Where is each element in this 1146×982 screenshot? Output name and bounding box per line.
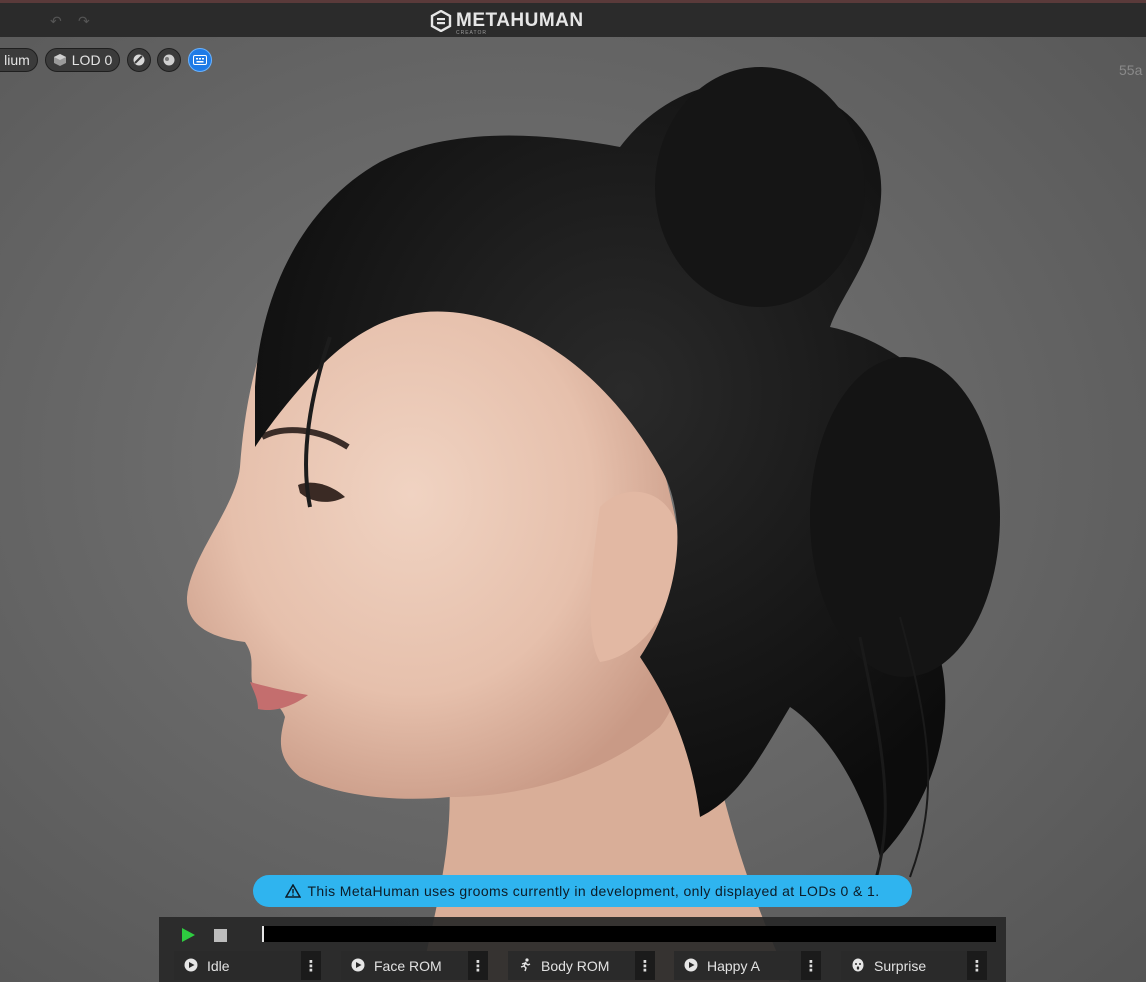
metahuman-logo-icon [430, 10, 452, 32]
animation-surprise-button[interactable]: Surprise [841, 951, 986, 980]
face-icon [852, 958, 864, 972]
character-portrait [186, 67, 1000, 982]
version-watermark: 55a [1119, 62, 1143, 78]
play-circle-icon [351, 958, 365, 972]
undo-icon[interactable]: ↶ [50, 13, 62, 30]
warning-triangle-icon [285, 884, 302, 898]
running-figure-icon [520, 958, 531, 972]
character-viewport[interactable]: lium LOD 0 55a [0, 37, 1146, 982]
animation-playback-panel: Idle ⋮ Face ROM ⋮ Body ROM ⋮ Happy A ⋮ S… [159, 917, 1006, 982]
lighting-icon [163, 54, 175, 66]
lod-label: LOD 0 [71, 52, 113, 68]
animation-happy-a-button[interactable]: Happy A [674, 951, 819, 980]
animation-idle-menu[interactable]: ⋮ [301, 951, 321, 980]
animation-idle-button[interactable]: Idle [174, 951, 319, 980]
brand-subtitle: CREATOR [456, 30, 487, 36]
animation-face-rom-button[interactable]: Face ROM [341, 951, 486, 980]
keyboard-icon [193, 55, 207, 65]
animation-label: Body ROM [541, 958, 610, 974]
animation-surprise-menu[interactable]: ⋮ [967, 951, 987, 980]
quality-dropdown[interactable]: lium [0, 48, 38, 72]
stop-icon[interactable] [214, 929, 227, 942]
hair-bun-top [655, 67, 865, 307]
warning-text: This MetaHuman uses grooms currently in … [307, 883, 880, 899]
animation-body-rom-menu[interactable]: ⋮ [635, 951, 655, 980]
hair-bun-back [810, 357, 1000, 677]
cube-icon [53, 54, 66, 66]
animation-happy-a-menu[interactable]: ⋮ [801, 951, 821, 980]
grooms-icon [133, 54, 145, 66]
lod-dropdown[interactable]: LOD 0 [45, 48, 120, 72]
face-icon [684, 958, 698, 972]
animation-body-rom-button[interactable]: Body ROM [508, 951, 653, 980]
redo-icon[interactable]: ↷ [78, 13, 90, 30]
keyboard-toggle[interactable] [188, 48, 212, 72]
brand-logo: METAHUMAN CREATOR [430, 10, 584, 36]
lighting-toggle[interactable] [157, 48, 181, 72]
animation-label: Surprise [874, 958, 927, 974]
timeline-cursor[interactable] [262, 926, 264, 942]
groom-warning-banner: This MetaHuman uses grooms currently in … [253, 875, 912, 907]
grooms-toggle[interactable] [127, 48, 151, 72]
animation-label: Happy A [707, 958, 760, 974]
quality-label: lium [4, 52, 30, 68]
play-circle-icon [184, 958, 198, 972]
brand-title: METAHUMAN [456, 10, 584, 31]
timeline-scrubber[interactable] [262, 926, 996, 942]
animation-label: Face ROM [374, 958, 442, 974]
play-icon[interactable] [179, 926, 197, 944]
animation-face-rom-menu[interactable]: ⋮ [468, 951, 488, 980]
animation-label: Idle [207, 958, 230, 974]
top-bar: ↶ ↷ METAHUMAN CREATOR [0, 0, 1146, 37]
